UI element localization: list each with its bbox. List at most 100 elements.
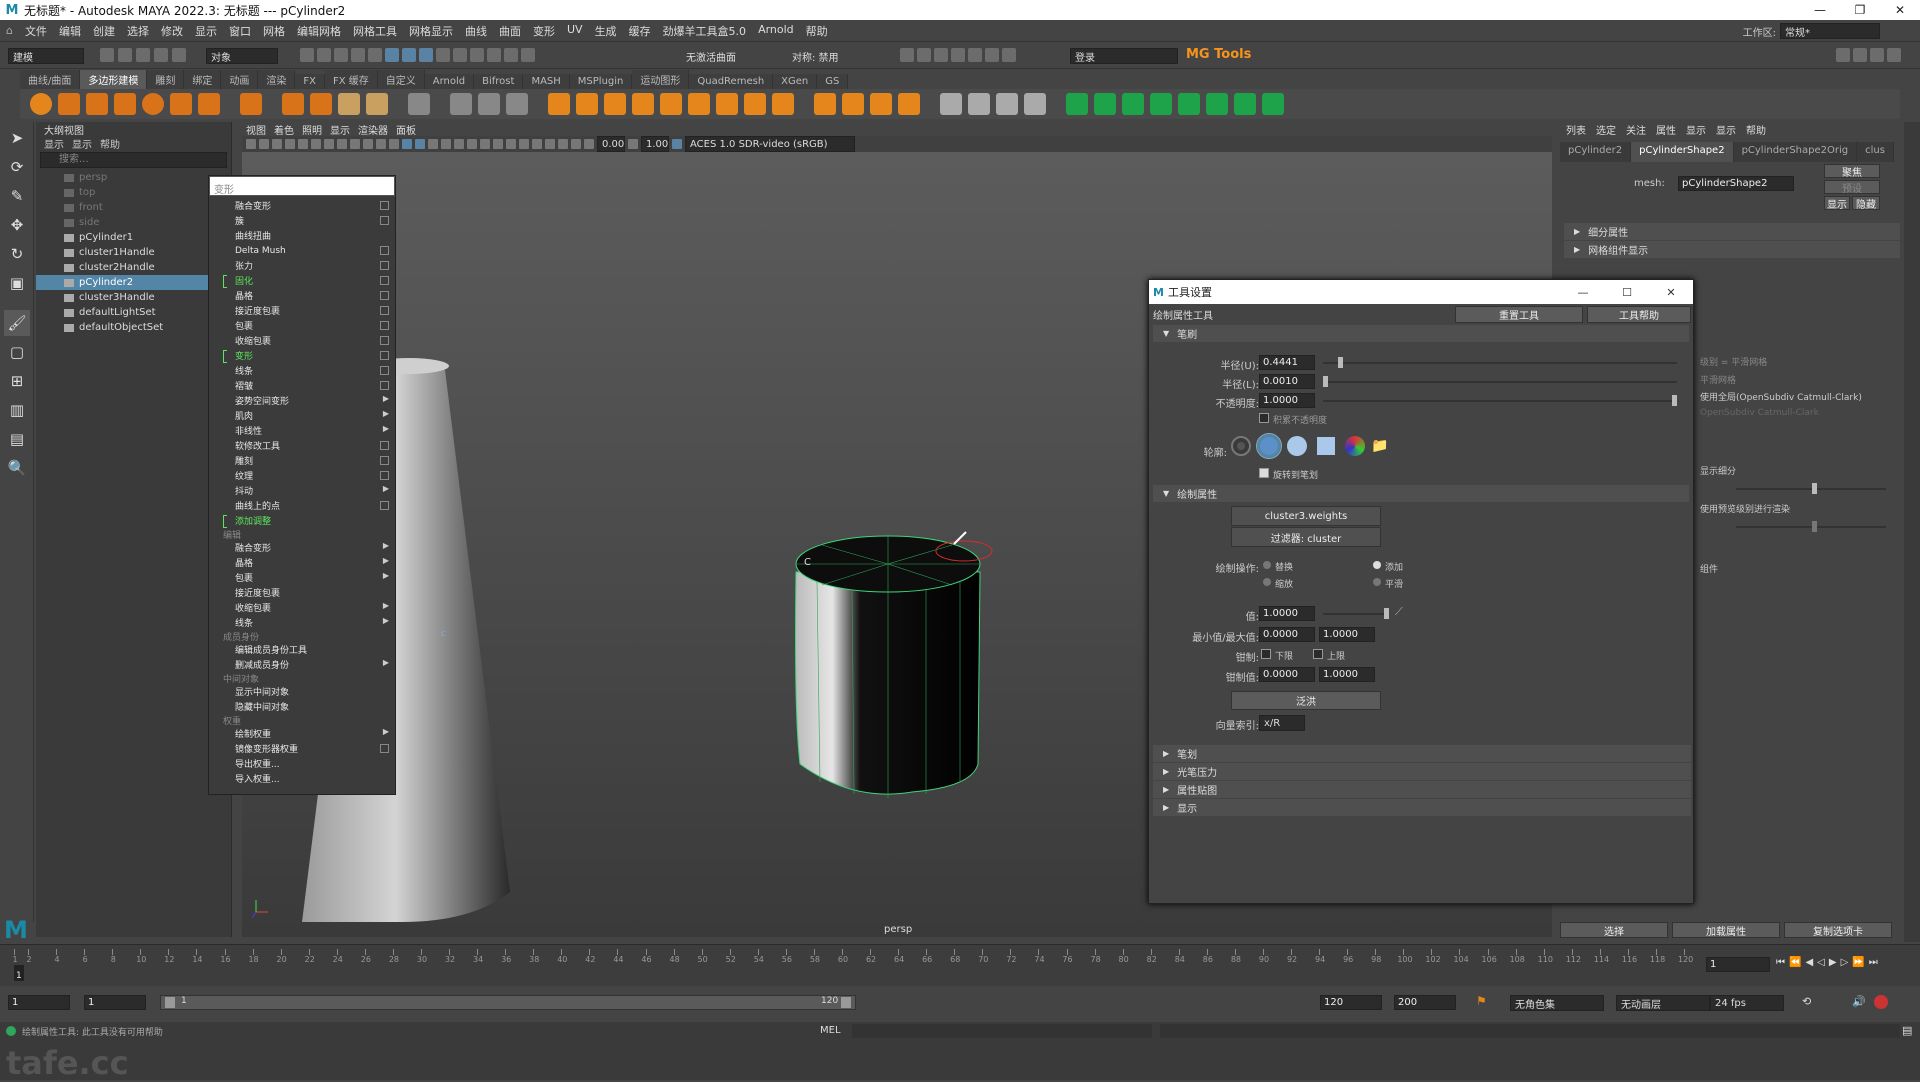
redo-icon[interactable] [172,48,186,62]
motion-blur-icon[interactable] [493,139,503,149]
channel-box-menu-item[interactable]: 显示 [1716,122,1736,138]
attribute-section[interactable]: ▶ 细分属性 [1564,223,1900,240]
option-box-icon[interactable] [380,456,389,465]
svg-icon[interactable] [366,93,388,115]
lights-icon[interactable] [454,139,464,149]
menu-item[interactable]: 接近度包裹 [209,585,395,600]
node-tab[interactable]: pCylinder2 [1560,142,1632,162]
menu-item[interactable]: 固化 [209,273,395,288]
start-time-field[interactable]: 1 [8,995,70,1010]
option-box-icon[interactable] [380,471,389,480]
snap-grid-icon[interactable] [453,48,467,62]
panel-toggle-icon[interactable] [1887,48,1901,62]
brush-section[interactable]: ▼ 笔刷 [1153,325,1689,342]
menu-item[interactable]: 肌肉 ▶ [209,408,395,423]
viewport-menu-item[interactable]: 视图 [246,122,266,137]
replace-radio[interactable] [1263,561,1271,569]
square-brush-icon[interactable] [1317,437,1335,455]
paint-tool-icon[interactable]: 🖌 [4,310,30,336]
panel-toggle-icon[interactable] [1853,48,1867,62]
safe-action-icon[interactable] [389,139,399,149]
image-plane-icon[interactable] [298,139,308,149]
extrude-icon[interactable] [576,93,598,115]
multi-cut-icon[interactable] [814,93,836,115]
solid-brush-icon[interactable] [1287,436,1307,456]
mask-icon[interactable] [351,48,365,62]
tool-settings-titlebar[interactable]: M 工具设置 — ☐ ✕ [1149,280,1693,304]
soft-brush-icon[interactable] [1256,433,1282,459]
outliner-item[interactable]: cluster1Handle [36,245,231,260]
outliner-item[interactable]: defaultObjectSet [36,320,231,335]
outliner-item[interactable]: front [36,200,231,215]
menu-item[interactable]: 包裹 ▶ [209,570,395,585]
menu-item[interactable]: 融合变形 [209,198,395,213]
menu-5[interactable]: 显示 [189,23,223,39]
append-icon[interactable] [716,93,738,115]
outliner-item[interactable]: side [36,215,231,230]
radius-l-slider[interactable] [1323,376,1329,387]
value-slider[interactable] [1384,608,1389,619]
mask-icon[interactable] [419,48,433,62]
play-back-icon[interactable]: ◁ [1817,957,1825,968]
select-tool-icon[interactable]: ➤ [4,125,30,151]
snap-surface-icon[interactable] [521,48,535,62]
record-icon[interactable] [1874,995,1888,1009]
menu-item[interactable]: 抖动 ▶ [209,483,395,498]
custom-tool-icon[interactable] [1262,93,1284,115]
sweep-icon[interactable] [310,93,332,115]
clamp-lower-checkbox[interactable] [1261,649,1271,659]
close-button[interactable]: ✕ [1880,0,1920,20]
shelf-tab[interactable]: MASH [523,74,570,89]
mask-icon[interactable] [385,48,399,62]
menu-19[interactable]: 帮助 [800,23,834,39]
menu-item[interactable]: 隐藏中间对象 [209,699,395,714]
render-icon[interactable] [900,48,914,62]
custom-tool-icon[interactable] [1234,93,1256,115]
reset-tool-button[interactable]: 重置工具 [1455,306,1583,323]
layout-two-icon[interactable]: ▥ [4,397,30,423]
clamp-upper-checkbox[interactable] [1313,649,1323,659]
smooth-icon[interactable] [506,93,528,115]
playback-start-field[interactable]: 1 [84,995,146,1010]
go-to-end-icon[interactable]: ⏭ [1869,957,1878,968]
sphere-icon[interactable] [30,93,52,115]
cylinder-icon[interactable] [86,93,108,115]
viewport-menu-item[interactable]: 着色 [274,122,294,137]
object-field[interactable]: 对象 [206,48,278,64]
paint-attributes-section[interactable]: ▼ 绘制属性 [1153,485,1689,502]
select-button[interactable]: 选择 [1560,922,1668,938]
shelf-tab[interactable]: 绑定 [184,70,222,89]
menu-item[interactable]: 软修改工具 [209,438,395,453]
collapsed-section[interactable]: ▶ 笔划 [1153,745,1691,762]
menu-12[interactable]: 曲面 [493,23,527,39]
home-icon[interactable]: ⌂ [0,24,19,37]
side-tabs[interactable] [1904,122,1920,942]
boolean-icon[interactable] [548,93,570,115]
radius-u-slider[interactable] [1338,357,1344,368]
channel-box-menu-item[interactable]: 属性 [1656,122,1676,138]
shaded-icon[interactable] [415,139,425,149]
viewport-menu-item[interactable]: 显示 [330,122,350,137]
field-chart-icon[interactable] [376,139,386,149]
camera-icon[interactable] [246,139,256,149]
script-editor-icon[interactable]: ▤ [1902,1024,1912,1037]
node-tab[interactable]: clus [1857,142,1894,162]
pause-icon[interactable] [1002,48,1016,62]
combine-icon[interactable] [450,93,472,115]
smooth-radio[interactable] [1373,578,1381,586]
pivot-icon[interactable] [968,93,990,115]
login-dropdown[interactable]: 登录 [1070,48,1178,64]
menu-item[interactable]: 线条 ▶ [209,615,395,630]
focus-button[interactable]: 聚焦 [1824,164,1880,179]
channel-box-menu-item[interactable]: 列表 [1566,122,1586,138]
option-box-icon[interactable] [380,261,389,270]
layout-four-icon[interactable]: ⊞ [4,368,30,394]
color-management-icon[interactable] [672,139,682,149]
radius-l-field[interactable]: 0.0010 [1259,374,1315,389]
paint-select-icon[interactable]: ✎ [4,183,30,209]
bookmark-icon[interactable] [285,139,295,149]
custom-tool-icon[interactable] [1122,93,1144,115]
menu-4[interactable]: 修改 [155,23,189,39]
xray-icon[interactable] [545,139,555,149]
anim-layer-dropdown[interactable]: 无动画层 [1616,995,1710,1011]
